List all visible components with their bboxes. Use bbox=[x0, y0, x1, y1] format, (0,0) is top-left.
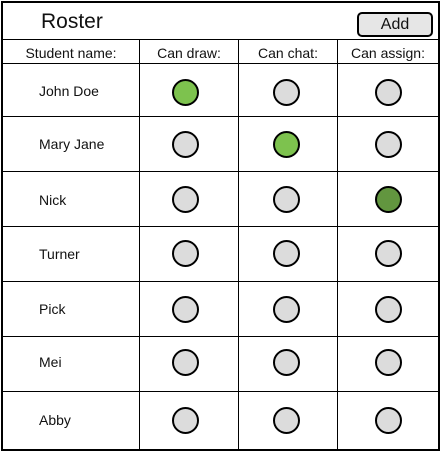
divider bbox=[3, 39, 438, 40]
can-assign-radio[interactable] bbox=[375, 79, 402, 106]
student-name: Nick bbox=[39, 192, 67, 208]
can-chat-radio[interactable] bbox=[273, 131, 300, 158]
can-chat-radio[interactable] bbox=[273, 79, 300, 106]
divider bbox=[3, 281, 438, 282]
can-assign-radio[interactable] bbox=[375, 240, 402, 267]
divider bbox=[3, 226, 438, 227]
can-chat-radio[interactable] bbox=[273, 186, 300, 213]
can-draw-radio[interactable] bbox=[172, 407, 199, 434]
student-name: Mary Jane bbox=[39, 136, 105, 152]
can-draw-radio[interactable] bbox=[172, 296, 199, 323]
can-assign-radio[interactable] bbox=[375, 296, 402, 323]
can-draw-radio[interactable] bbox=[172, 349, 199, 376]
page-title: Roster bbox=[41, 10, 103, 33]
can-assign-radio[interactable] bbox=[375, 186, 402, 213]
student-name: John Doe bbox=[39, 83, 99, 99]
divider bbox=[238, 39, 239, 449]
can-assign-radio[interactable] bbox=[375, 131, 402, 158]
divider bbox=[3, 391, 438, 392]
can-draw-radio[interactable] bbox=[172, 79, 199, 106]
column-header-assign: Can assign: bbox=[351, 45, 425, 61]
column-header-name: Student name: bbox=[25, 45, 117, 61]
can-draw-radio[interactable] bbox=[172, 186, 199, 213]
roster-panel: Roster Add Student name: Can draw: Can c… bbox=[1, 1, 440, 451]
divider bbox=[337, 39, 338, 449]
can-chat-radio[interactable] bbox=[273, 240, 300, 267]
student-name: Turner bbox=[39, 246, 80, 262]
column-header-chat: Can chat: bbox=[258, 45, 318, 61]
divider bbox=[3, 116, 438, 117]
divider bbox=[3, 336, 438, 337]
can-chat-radio[interactable] bbox=[273, 349, 300, 376]
student-name: Mei bbox=[39, 354, 62, 370]
can-draw-radio[interactable] bbox=[172, 240, 199, 267]
can-chat-radio[interactable] bbox=[273, 296, 300, 323]
divider bbox=[3, 171, 438, 172]
column-header-draw: Can draw: bbox=[157, 45, 221, 61]
can-assign-radio[interactable] bbox=[375, 407, 402, 434]
student-name: Abby bbox=[39, 412, 71, 428]
can-chat-radio[interactable] bbox=[273, 407, 300, 434]
student-name: Pick bbox=[39, 301, 66, 317]
divider bbox=[139, 39, 140, 449]
add-button[interactable]: Add bbox=[357, 12, 433, 37]
can-draw-radio[interactable] bbox=[172, 131, 199, 158]
can-assign-radio[interactable] bbox=[375, 349, 402, 376]
